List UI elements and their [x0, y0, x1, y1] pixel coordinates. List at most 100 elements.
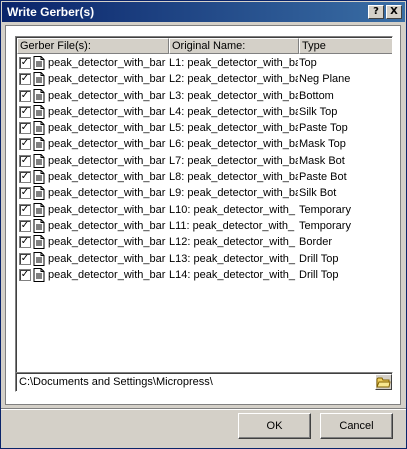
row-original-name: L7: peak_detector_with_ba: [169, 154, 298, 167]
row-gerber-file: peak_detector_with_bar: [48, 154, 166, 167]
row-original-name: L1: peak_detector_with_ba: [169, 57, 298, 69]
help-button[interactable]: ?: [368, 5, 384, 19]
list-rows: ✓ peak_detector_with_bar L1: peak_detect…: [17, 55, 392, 283]
row-type: Drill Top: [299, 252, 339, 265]
row-original-name: L5: peak_detector_with_ba: [169, 122, 298, 135]
row-type: Mask Bot: [299, 154, 345, 167]
document-icon: [33, 218, 45, 233]
row-type: Temporary: [299, 219, 351, 232]
list-item[interactable]: ✓ peak_detector_with_bar L13: peak_detec…: [17, 251, 392, 267]
button-separator: [1, 408, 406, 410]
row-type: Border: [299, 236, 333, 249]
row-gerber-file: peak_detector_with_bar: [48, 105, 166, 118]
document-icon: [33, 104, 45, 119]
row-original-name: L10: peak_detector_with_: [169, 203, 295, 216]
row-checkbox[interactable]: ✓: [19, 219, 31, 232]
row-checkbox[interactable]: ✓: [19, 171, 31, 184]
row-gerber-file: peak_detector_with_bar: [48, 219, 166, 232]
column-header-type[interactable]: Type: [299, 38, 392, 54]
list-header: Gerber File(s): Original Name: Type: [17, 38, 392, 54]
title-bar[interactable]: Write Gerber(s) ? X: [2, 2, 405, 22]
document-icon: [33, 88, 45, 103]
row-type: Paste Top: [299, 122, 348, 135]
output-path-field[interactable]: C:\Documents and Settings\Micropress\: [15, 372, 393, 392]
document-icon: [33, 137, 45, 152]
dialog-title: Write Gerber(s): [7, 5, 95, 19]
close-button[interactable]: X: [386, 5, 402, 19]
list-item[interactable]: ✓ peak_detector_with_bar L2: peak_detect…: [17, 71, 392, 87]
row-checkbox[interactable]: ✓: [19, 252, 31, 265]
row-type: Drill Top: [299, 268, 339, 281]
row-checkbox[interactable]: ✓: [19, 138, 31, 151]
row-type: Mask Top: [299, 138, 346, 151]
row-original-name: L11: peak_detector_with_: [169, 219, 295, 232]
row-type: Paste Bot: [299, 171, 347, 184]
list-item[interactable]: ✓ peak_detector_with_bar L6: peak_detect…: [17, 136, 392, 152]
document-icon: [33, 202, 45, 217]
row-gerber-file: peak_detector_with_bar: [48, 252, 166, 265]
row-checkbox[interactable]: ✓: [19, 57, 31, 69]
list-item[interactable]: ✓ peak_detector_with_bar L7: peak_detect…: [17, 153, 392, 169]
row-gerber-file: peak_detector_with_bar: [48, 89, 166, 102]
cancel-button[interactable]: Cancel: [320, 413, 393, 439]
document-icon: [33, 170, 45, 185]
row-checkbox[interactable]: ✓: [19, 154, 31, 167]
row-original-name: L6: peak_detector_with_ba: [169, 138, 298, 151]
document-icon: [33, 186, 45, 201]
row-original-name: L9: peak_detector_with_ba: [169, 187, 298, 200]
ok-button[interactable]: OK: [238, 413, 311, 439]
column-header-original-name[interactable]: Original Name:: [169, 38, 299, 54]
output-path-value: C:\Documents and Settings\Micropress\: [19, 376, 213, 388]
browse-folder-button[interactable]: [375, 374, 392, 390]
row-checkbox[interactable]: ✓: [19, 105, 31, 118]
row-original-name: L4: peak_detector_with_ba: [169, 105, 298, 118]
row-type: Bottom: [299, 89, 334, 102]
gerber-file-list[interactable]: Gerber File(s): Original Name: Type ✓ pe…: [15, 36, 393, 376]
row-gerber-file: peak_detector_with_bar: [48, 138, 166, 151]
row-checkbox[interactable]: ✓: [19, 122, 31, 135]
list-item[interactable]: ✓ peak_detector_with_bar L14: peak_detec…: [17, 267, 392, 283]
row-gerber-file: peak_detector_with_bar: [48, 187, 166, 200]
row-original-name: L13: peak_detector_with_: [169, 252, 295, 265]
row-original-name: L8: peak_detector_with_ba: [169, 171, 298, 184]
list-item[interactable]: ✓ peak_detector_with_bar L3: peak_detect…: [17, 88, 392, 104]
row-original-name: L12: peak_detector_with_: [169, 236, 295, 249]
document-icon: [33, 267, 45, 282]
document-icon: [33, 153, 45, 168]
write-gerbers-dialog: Write Gerber(s) ? X Gerber File(s): Orig…: [0, 0, 407, 449]
list-item[interactable]: ✓ peak_detector_with_bar L1: peak_detect…: [17, 55, 392, 71]
row-gerber-file: peak_detector_with_bar: [48, 122, 166, 135]
row-checkbox[interactable]: ✓: [19, 73, 31, 86]
row-gerber-file: peak_detector_with_bar: [48, 73, 166, 86]
row-type: Neg Plane: [299, 73, 351, 86]
row-gerber-file: peak_detector_with_bar: [48, 57, 166, 69]
list-item[interactable]: ✓ peak_detector_with_bar L8: peak_detect…: [17, 169, 392, 185]
list-item[interactable]: ✓ peak_detector_with_bar L9: peak_detect…: [17, 185, 392, 201]
row-checkbox[interactable]: ✓: [19, 236, 31, 249]
row-type: Top: [299, 57, 317, 69]
document-icon: [33, 56, 45, 70]
list-item[interactable]: ✓ peak_detector_with_bar L11: peak_detec…: [17, 218, 392, 234]
row-checkbox[interactable]: ✓: [19, 89, 31, 102]
document-icon: [33, 251, 45, 266]
row-gerber-file: peak_detector_with_bar: [48, 236, 166, 249]
list-item[interactable]: ✓ peak_detector_with_bar L10: peak_detec…: [17, 202, 392, 218]
row-gerber-file: peak_detector_with_bar: [48, 171, 166, 184]
row-type: Silk Bot: [299, 187, 337, 200]
document-icon: [33, 121, 45, 136]
row-checkbox[interactable]: ✓: [19, 187, 31, 200]
document-icon: [33, 72, 45, 87]
list-item[interactable]: ✓ peak_detector_with_bar L4: peak_detect…: [17, 104, 392, 120]
row-type: Silk Top: [299, 105, 338, 118]
dialog-body: Gerber File(s): Original Name: Type ✓ pe…: [5, 25, 401, 405]
row-gerber-file: peak_detector_with_bar: [48, 268, 166, 281]
row-checkbox[interactable]: ✓: [19, 268, 31, 281]
list-item[interactable]: ✓ peak_detector_with_bar L5: peak_detect…: [17, 120, 392, 136]
column-header-gerber-files[interactable]: Gerber File(s):: [17, 38, 169, 54]
row-checkbox[interactable]: ✓: [19, 203, 31, 216]
folder-icon: [376, 377, 391, 388]
row-gerber-file: peak_detector_with_bar: [48, 203, 166, 216]
row-type: Temporary: [299, 203, 351, 216]
list-item[interactable]: ✓ peak_detector_with_bar L12: peak_detec…: [17, 234, 392, 250]
row-original-name: L3: peak_detector_with_ba: [169, 89, 298, 102]
